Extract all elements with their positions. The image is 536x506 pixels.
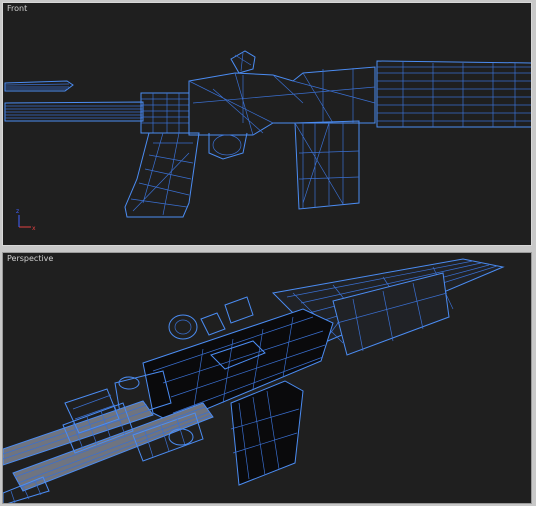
svg-text:z: z <box>16 208 19 215</box>
viewport-label-front[interactable]: Front <box>7 4 27 13</box>
handguard <box>376 60 531 128</box>
barrels-perspective <box>3 400 214 503</box>
flash-hider <box>4 80 74 92</box>
magazine <box>294 120 360 210</box>
front-viewport[interactable]: Front x z <box>2 2 532 246</box>
trigger-guard <box>208 132 248 160</box>
barrel <box>4 101 144 122</box>
perspective-viewport[interactable]: Perspective <box>2 252 532 504</box>
pistol-grip <box>124 132 200 218</box>
front-wireframe-model: x z <box>4 50 531 232</box>
viewport-label-perspective[interactable]: Perspective <box>7 254 53 263</box>
magazine-perspective <box>230 380 304 486</box>
svg-text:x: x <box>32 225 36 232</box>
perspective-wireframe-model <box>3 258 505 503</box>
axis-gizmo-front: x z <box>16 208 36 232</box>
receiver <box>140 50 376 136</box>
